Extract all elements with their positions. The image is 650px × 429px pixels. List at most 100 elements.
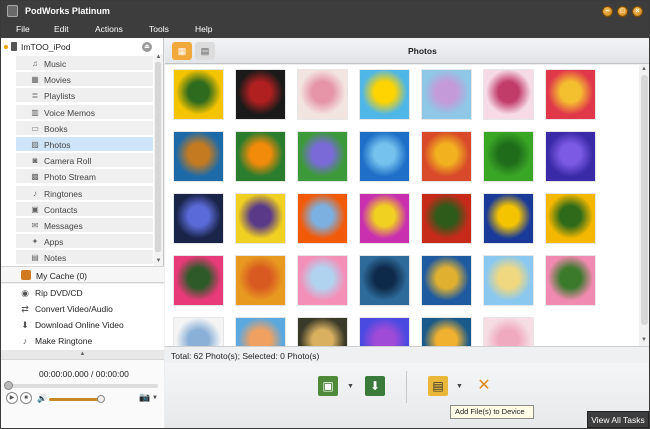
menu-file[interactable]: File xyxy=(16,24,30,34)
task-ringtone[interactable]: ♪ Make Ringtone xyxy=(1,333,164,349)
my-cache[interactable]: My Cache (0) xyxy=(1,266,164,283)
photo-thumbnail[interactable] xyxy=(483,131,534,182)
task-download[interactable]: ⬇ Download Online Video xyxy=(1,317,164,333)
sidebar-item-label: Messages xyxy=(44,221,83,231)
list-view-button[interactable]: ▤ xyxy=(195,42,215,60)
photo-thumbnail[interactable] xyxy=(235,193,286,244)
photo-grid xyxy=(165,65,639,346)
task-label: Rip DVD/CD xyxy=(35,288,83,298)
volume-knob[interactable] xyxy=(97,395,105,403)
photo-thumbnail[interactable] xyxy=(421,69,472,120)
notes-icon: ▤ xyxy=(31,253,39,263)
play-button[interactable]: ▶ xyxy=(6,392,18,404)
chevron-down-icon[interactable]: ▼ xyxy=(152,395,158,401)
scroll-down-icon[interactable]: ▼ xyxy=(641,337,647,343)
scrollbar-thumb[interactable] xyxy=(641,75,648,325)
photo-thumbnail[interactable] xyxy=(173,255,224,306)
photo-thumbnail[interactable] xyxy=(173,131,224,182)
panel-collapse-toggle[interactable]: ▲ xyxy=(1,350,164,359)
sidebar-item-music[interactable]: ♫ Music xyxy=(16,56,153,71)
menu-bar: File Edit Actions Tools Help xyxy=(1,22,649,38)
photo-thumbnail[interactable] xyxy=(297,317,348,346)
photo-thumbnail[interactable] xyxy=(235,131,286,182)
photo-thumbnail[interactable] xyxy=(359,317,410,346)
photo-thumbnail[interactable] xyxy=(173,317,224,346)
scroll-down-icon[interactable]: ▼ xyxy=(155,258,162,265)
chevron-down-icon[interactable]: ▼ xyxy=(456,383,463,390)
photo-thumbnail[interactable] xyxy=(297,131,348,182)
add-photos-button[interactable]: ▣ xyxy=(318,376,338,396)
scroll-up-icon[interactable]: ▲ xyxy=(641,66,647,72)
photo-thumbnail[interactable] xyxy=(359,131,410,182)
task-convert[interactable]: ⇄ Convert Video/Audio xyxy=(1,301,164,317)
photo-thumbnail[interactable] xyxy=(297,255,348,306)
volume-icon[interactable]: 🔊 xyxy=(37,394,47,403)
stop-button[interactable]: ■ xyxy=(20,392,32,404)
task-rip-dvd[interactable]: ◉ Rip DVD/CD xyxy=(1,285,164,301)
photo-thumbnail[interactable] xyxy=(483,69,534,120)
menu-help[interactable]: Help xyxy=(195,24,212,34)
photo-thumbnail[interactable] xyxy=(483,255,534,306)
menu-tools[interactable]: Tools xyxy=(149,24,169,34)
thumbnail-view-button[interactable]: ▦ xyxy=(172,42,192,60)
photo-thumbnail[interactable] xyxy=(359,255,410,306)
view-toolbar: ▦ ▤ Photos xyxy=(165,38,649,64)
sidebar-item-books[interactable]: ▭ Books xyxy=(16,120,153,136)
sidebar-item-photo-stream[interactable]: ▩ Photo Stream xyxy=(16,169,153,185)
device-node[interactable]: ImTOO_iPod ⏏ xyxy=(1,40,157,54)
photo-thumbnail[interactable] xyxy=(421,193,472,244)
add-to-device-button[interactable]: ▤ xyxy=(428,376,448,396)
sidebar-item-playlists[interactable]: ≣ Playlists xyxy=(16,88,153,104)
sidebar-item-label: Apps xyxy=(44,237,64,248)
sidebar-item-voice-memos[interactable]: ▥ Voice Memos xyxy=(16,104,153,120)
sidebar-item-label: Photos xyxy=(44,140,71,150)
photo-thumbnail[interactable] xyxy=(235,69,286,120)
scroll-up-icon[interactable]: ▲ xyxy=(155,54,162,61)
chevron-down-icon[interactable]: ▼ xyxy=(347,383,354,390)
photo-thumbnail[interactable] xyxy=(483,193,534,244)
seek-bar[interactable] xyxy=(4,381,158,390)
sidebar-item-photos[interactable]: ▨ Photos xyxy=(16,137,153,152)
maximize-button[interactable]: □ xyxy=(617,6,628,17)
view-all-tasks-button[interactable]: View All Tasks xyxy=(587,411,649,428)
sidebar-item-apps[interactable]: ✦ Apps xyxy=(16,234,153,250)
grid-scrollbar[interactable]: ▲ ▼ xyxy=(639,65,649,346)
photo-thumbnail[interactable] xyxy=(359,193,410,244)
photo-thumbnail[interactable] xyxy=(297,69,348,120)
sidebar-item-contacts[interactable]: ▣ Contacts xyxy=(16,201,153,217)
photo-thumbnail[interactable] xyxy=(235,255,286,306)
photo-thumbnail[interactable] xyxy=(545,131,596,182)
photo-thumbnail[interactable] xyxy=(173,193,224,244)
photo-thumbnail[interactable] xyxy=(421,317,472,346)
export-to-pc-button[interactable]: ⬇ xyxy=(365,376,385,396)
snapshot-camera-icon[interactable]: 📷 xyxy=(139,393,150,402)
photo-thumbnail[interactable] xyxy=(483,317,534,346)
photo-thumbnail[interactable] xyxy=(545,193,596,244)
photo-thumbnail[interactable] xyxy=(421,255,472,306)
delete-button[interactable]: ✕ xyxy=(474,376,494,396)
sidebar-item-messages[interactable]: ✉ Messages xyxy=(16,218,153,233)
minimize-button[interactable]: − xyxy=(602,6,613,17)
volume-slider[interactable] xyxy=(49,395,105,403)
photo-thumbnail[interactable] xyxy=(545,69,596,120)
sidebar-item-ringtones[interactable]: ♪ Ringtones xyxy=(16,185,153,201)
sidebar-item-notes[interactable]: ▤ Notes xyxy=(16,250,153,266)
photo-thumbnail[interactable] xyxy=(359,69,410,120)
eject-icon[interactable]: ⏏ xyxy=(142,42,152,52)
photo-thumbnail[interactable] xyxy=(235,317,286,346)
message-icon: ✉ xyxy=(31,221,39,230)
close-button[interactable]: × xyxy=(632,6,643,17)
photo-thumbnail[interactable] xyxy=(421,131,472,182)
music-note-icon: ♫ xyxy=(32,59,38,68)
menu-edit[interactable]: Edit xyxy=(54,24,69,34)
photo-thumbnail[interactable] xyxy=(545,255,596,306)
seek-knob[interactable] xyxy=(4,381,13,390)
sidebar: ImTOO_iPod ⏏ ♫ Music ▦ Movies ≣ Playlists ▥ Voi… xyxy=(1,38,164,266)
sidebar-item-movies[interactable]: ▦ Movies xyxy=(16,72,153,88)
sidebar-scrollbar[interactable]: ▲ ▼ xyxy=(154,54,163,266)
sidebar-item-camera-roll[interactable]: ◙ Camera Roll xyxy=(16,153,153,169)
photo-thumbnail[interactable] xyxy=(297,193,348,244)
photo-thumbnail[interactable] xyxy=(173,69,224,120)
scrollbar-thumb[interactable] xyxy=(155,62,161,252)
menu-actions[interactable]: Actions xyxy=(95,24,123,34)
